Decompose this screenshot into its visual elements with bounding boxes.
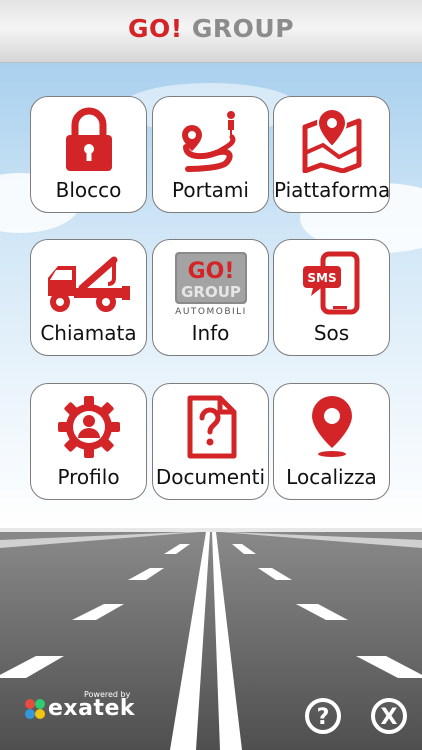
- tile-label: Piattaforma: [274, 178, 391, 202]
- tile-sos[interactable]: SMS Sos: [273, 239, 390, 356]
- help-glyph: ?: [317, 705, 330, 730]
- tile-piattaforma[interactable]: Piattaforma: [273, 96, 390, 213]
- tile-localizza[interactable]: Localizza: [273, 383, 390, 500]
- location-pin-icon: [274, 394, 389, 460]
- exatek-brand: Powered by exatek: [24, 690, 136, 730]
- document-question-icon: [153, 394, 268, 460]
- close-glyph: X: [381, 705, 398, 730]
- app-logo: GO! GROUP: [0, 14, 422, 43]
- go-group-logo-icon: GO! GROUP AUTOMOBILI: [153, 250, 268, 316]
- tile-label: Portami: [172, 178, 249, 202]
- close-button[interactable]: X: [370, 697, 408, 735]
- tile-portami[interactable]: Portami: [152, 96, 269, 213]
- help-button[interactable]: ?: [304, 697, 342, 735]
- close-icon: X: [371, 698, 407, 734]
- tile-label: Profilo: [57, 465, 120, 489]
- tile-chiamata[interactable]: Chiamata: [30, 239, 147, 356]
- padlock-icon: [31, 107, 146, 173]
- tow-truck-icon: [31, 250, 146, 316]
- app-header: GO! GROUP: [0, 0, 422, 63]
- map-pin-icon: [274, 107, 389, 173]
- brand-name: exatek: [48, 696, 136, 721]
- info-logo-group: GROUP: [181, 283, 241, 301]
- tile-label: Localizza: [286, 465, 377, 489]
- gear-user-icon: [31, 394, 146, 460]
- logo-group-text: GROUP: [191, 14, 295, 43]
- logo-go-text: GO!: [127, 14, 183, 43]
- tile-label: Sos: [313, 321, 350, 345]
- route-icon: [153, 107, 268, 173]
- tile-label: Documenti: [155, 465, 266, 489]
- tile-info[interactable]: GO! GROUP AUTOMOBILI Info: [152, 239, 269, 356]
- sms-badge: SMS: [307, 271, 336, 285]
- tile-blocco[interactable]: Blocco: [30, 96, 147, 213]
- tile-label: Chiamata: [40, 321, 137, 345]
- info-logo-automobili: AUTOMOBILI: [175, 307, 247, 316]
- tile-label: Blocco: [55, 178, 122, 202]
- tile-profilo[interactable]: Profilo: [30, 383, 147, 500]
- question-icon: ?: [305, 698, 341, 734]
- tile-label: Info: [191, 321, 230, 345]
- info-logo-go: GO!: [187, 259, 234, 284]
- exatek-logo-icon: [25, 699, 45, 719]
- tile-documenti[interactable]: Documenti: [152, 383, 269, 500]
- sms-phone-icon: SMS: [274, 250, 389, 316]
